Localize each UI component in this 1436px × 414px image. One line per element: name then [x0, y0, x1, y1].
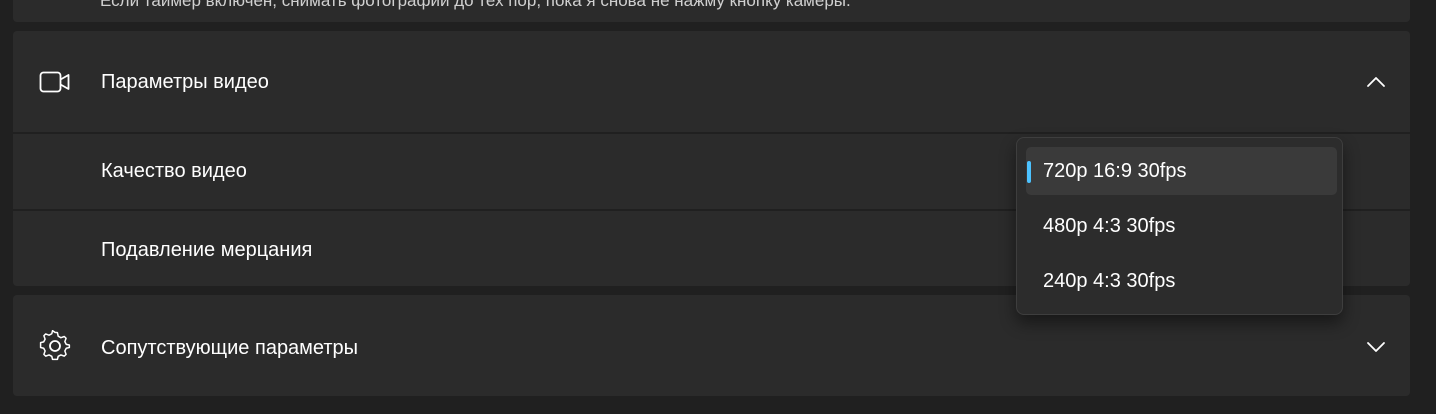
quality-option-240p[interactable]: 240p 4:3 30fps — [1026, 257, 1337, 305]
selected-indicator — [1027, 161, 1031, 183]
chevron-up-icon[interactable] — [1365, 71, 1387, 93]
timer-description-text: Если таймер включен, снимать фотографии … — [100, 0, 851, 10]
timer-description-card: Если таймер включен, снимать фотографии … — [13, 0, 1410, 22]
video-camera-icon — [39, 66, 71, 98]
quality-option-label: 720p 16:9 30fps — [1043, 160, 1187, 182]
chevron-down-icon[interactable] — [1365, 336, 1387, 358]
video-quality-label: Качество видео — [101, 160, 247, 182]
quality-option-720p[interactable]: 720p 16:9 30fps — [1026, 147, 1337, 195]
video-quality-dropdown: 720p 16:9 30fps 480p 4:3 30fps 240p 4:3 … — [1016, 137, 1343, 315]
quality-option-label: 240p 4:3 30fps — [1043, 270, 1176, 292]
flicker-reduction-label: Подавление мерцания — [101, 239, 313, 261]
video-settings-header[interactable]: Параметры видео — [13, 31, 1410, 132]
gear-icon — [39, 329, 71, 362]
quality-option-label: 480p 4:3 30fps — [1043, 215, 1176, 237]
related-settings-title: Сопутствующие параметры — [101, 337, 359, 359]
video-settings-title: Параметры видео — [101, 71, 269, 93]
settings-page: Если таймер включен, снимать фотографии … — [0, 0, 1436, 414]
quality-option-480p[interactable]: 480p 4:3 30fps — [1026, 202, 1337, 250]
